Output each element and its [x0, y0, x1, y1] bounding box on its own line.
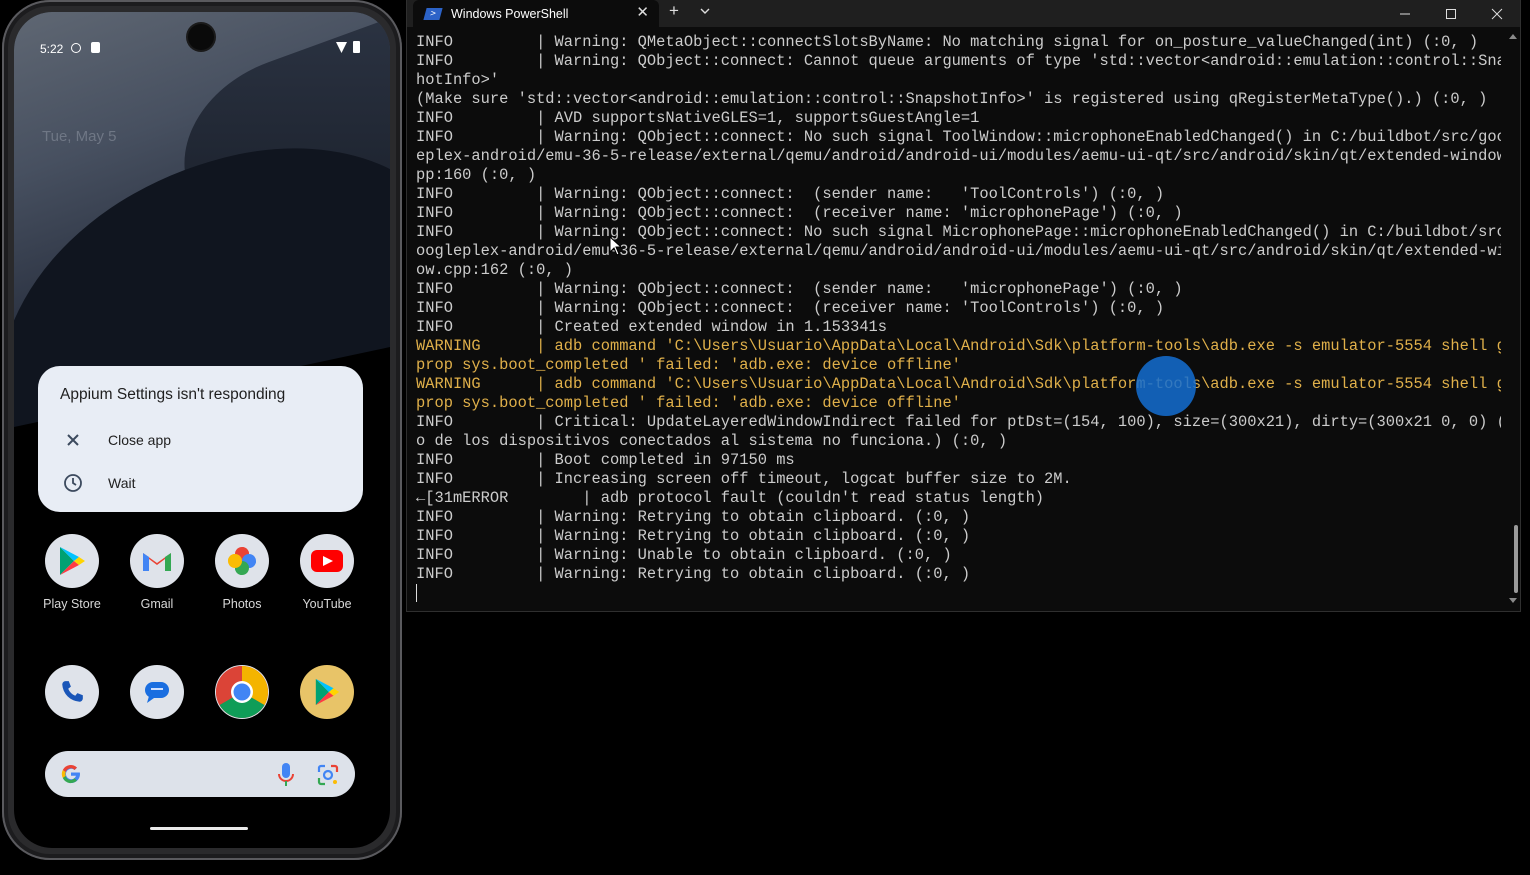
- console-line: INFO | Warning: QObject::connect: (recei…: [416, 204, 1183, 222]
- console-line: INFO | Warning: Retrying to obtain clipb…: [416, 565, 971, 583]
- google-g-icon: [59, 762, 83, 791]
- dialog-title: Appium Settings isn't responding: [60, 386, 286, 403]
- wallpaper: [14, 12, 390, 430]
- console-line: WARNING | adb command 'C:\Users\Usuario\…: [416, 337, 1501, 355]
- gmail-icon: [130, 534, 184, 588]
- dock-messages[interactable]: [119, 665, 195, 719]
- app-label: Play Store: [43, 597, 101, 611]
- minimize-button[interactable]: [1382, 0, 1428, 27]
- console-line: INFO | Warning: QObject::connect: Cannot…: [416, 52, 1501, 70]
- scroll-up-arrow-icon[interactable]: [1509, 34, 1517, 39]
- close-app-button[interactable]: Close app: [38, 420, 363, 460]
- text-cursor: [416, 584, 417, 602]
- play-games-icon: [300, 665, 354, 719]
- front-camera: [188, 24, 214, 50]
- phone-screen[interactable]: 5:22 Tue, May 5 Appium Settings isn't re…: [14, 12, 390, 848]
- clock-icon: [38, 473, 108, 493]
- console-line: INFO | AVD supportsNativeGLES=1, support…: [416, 109, 980, 127]
- console-line: INFO | Warning: Unable to obtain clipboa…: [416, 546, 952, 564]
- scrollbar[interactable]: [1510, 32, 1518, 607]
- powershell-icon: >: [423, 7, 443, 20]
- status-bar: 5:22: [14, 12, 390, 60]
- console-line: WARNING | adb command 'C:\Users\Usuario\…: [416, 375, 1501, 393]
- prompt-line[interactable]: [416, 584, 1501, 603]
- scrollbar-thumb[interactable]: [1514, 525, 1518, 593]
- console-line: INFO | Increasing screen off timeout, lo…: [416, 470, 1072, 488]
- mic-icon[interactable]: [277, 762, 295, 793]
- new-tab-button[interactable]: +: [669, 1, 679, 21]
- maximize-icon: [1446, 8, 1456, 19]
- console-line: oogleplex-android/emu-36-5-release/exter…: [416, 242, 1501, 260]
- console-line: INFO | Warning: Retrying to obtain clipb…: [416, 508, 971, 526]
- scroll-down-arrow-icon[interactable]: [1509, 598, 1517, 603]
- close-icon: [1491, 8, 1503, 19]
- console-line: INFO | Warning: QObject::connect: No suc…: [416, 223, 1501, 241]
- click-indicator: [1136, 356, 1196, 416]
- console-line: INFO | Created extended window in 1.1533…: [416, 318, 888, 336]
- console-line: INFO | Critical: UpdateLayeredWindowIndi…: [416, 413, 1501, 431]
- chrome-icon: [215, 665, 269, 719]
- console-line: hotInfo>': [416, 71, 500, 89]
- console-line: ←[31mERROR | adb protocol fault (couldn'…: [416, 489, 1045, 507]
- battery-icon: [353, 41, 360, 53]
- tab-powershell[interactable]: > Windows PowerShell ✕: [413, 0, 659, 27]
- console-line: INFO | Warning: QObject::connect: (sende…: [416, 280, 1183, 298]
- console-output[interactable]: INFO | Warning: QMetaObject::connectSlot…: [416, 33, 1501, 609]
- wifi-icon: [336, 42, 347, 53]
- console-line: (Make sure 'std::vector<android::emulati…: [416, 90, 1488, 108]
- sim-icon: [91, 42, 100, 53]
- messages-icon: [130, 665, 184, 719]
- console-line: prop sys.boot_completed ' failed: 'adb.e…: [416, 356, 961, 374]
- console-line: o de los dispositivos conectados al sist…: [416, 432, 1008, 450]
- console-line: INFO | Warning: QMetaObject::connectSlot…: [416, 33, 1479, 51]
- dock-chrome[interactable]: [204, 665, 280, 719]
- close-app-label: Close app: [108, 432, 172, 448]
- console-line: INFO | Boot completed in 97150 ms: [416, 451, 795, 469]
- console-line: INFO | Warning: QObject::connect: (recei…: [416, 299, 1165, 317]
- status-time: 5:22: [40, 42, 64, 56]
- close-window-button[interactable]: [1474, 0, 1520, 27]
- minimize-icon: [1400, 13, 1410, 14]
- console-line: pp:160 (:0, ): [416, 166, 537, 184]
- wait-label: Wait: [108, 475, 136, 491]
- wait-button[interactable]: Wait: [38, 463, 363, 503]
- powershell-window: > Windows PowerShell ✕ + INFO | Warning:…: [406, 0, 1521, 612]
- lockscreen-date: Tue, May 5: [42, 128, 117, 145]
- dnd-icon: [71, 43, 81, 53]
- youtube-icon: [300, 534, 354, 588]
- dock-play-games[interactable]: [289, 665, 365, 719]
- app-label: YouTube: [302, 597, 352, 611]
- app-photos[interactable]: Photos: [204, 534, 280, 611]
- gesture-nav-handle[interactable]: [150, 827, 248, 830]
- lens-icon[interactable]: [316, 763, 340, 792]
- tab-title: Windows PowerShell: [451, 6, 569, 21]
- photos-icon: [215, 534, 269, 588]
- app-gmail[interactable]: Gmail: [119, 534, 195, 611]
- app-label: Photos: [222, 597, 262, 611]
- title-bar[interactable]: > Windows PowerShell ✕ +: [407, 0, 1520, 27]
- app-label: Gmail: [140, 597, 174, 611]
- app-youtube[interactable]: YouTube: [289, 534, 365, 611]
- tab-close-icon[interactable]: ✕: [636, 3, 649, 21]
- android-emulator: 5:22 Tue, May 5 Appium Settings isn't re…: [2, 0, 402, 860]
- console-line: INFO | Warning: Retrying to obtain clipb…: [416, 527, 971, 545]
- app-play-store[interactable]: Play Store: [34, 534, 110, 611]
- chevron-down-icon: [700, 8, 710, 14]
- maximize-button[interactable]: [1428, 0, 1474, 27]
- console-line: INFO | Warning: QObject::connect: (sende…: [416, 185, 1165, 203]
- play-store-icon: [45, 534, 99, 588]
- dock-phone[interactable]: [34, 665, 110, 719]
- console-line: eplex-android/emu-36-5-release/external/…: [416, 147, 1501, 165]
- console-line: prop sys.boot_completed ' failed: 'adb.e…: [416, 394, 961, 412]
- google-search-bar[interactable]: [45, 751, 355, 797]
- anr-dialog: Appium Settings isn't responding Close a…: [38, 366, 363, 512]
- tab-dropdown-button[interactable]: [699, 4, 711, 22]
- mouse-cursor-icon: [609, 236, 623, 256]
- console-line: INFO | Warning: QObject::connect: No suc…: [416, 128, 1501, 146]
- phone-icon: [45, 665, 99, 719]
- console-line: ow.cpp:162 (:0, ): [416, 261, 574, 279]
- close-icon: [38, 432, 108, 448]
